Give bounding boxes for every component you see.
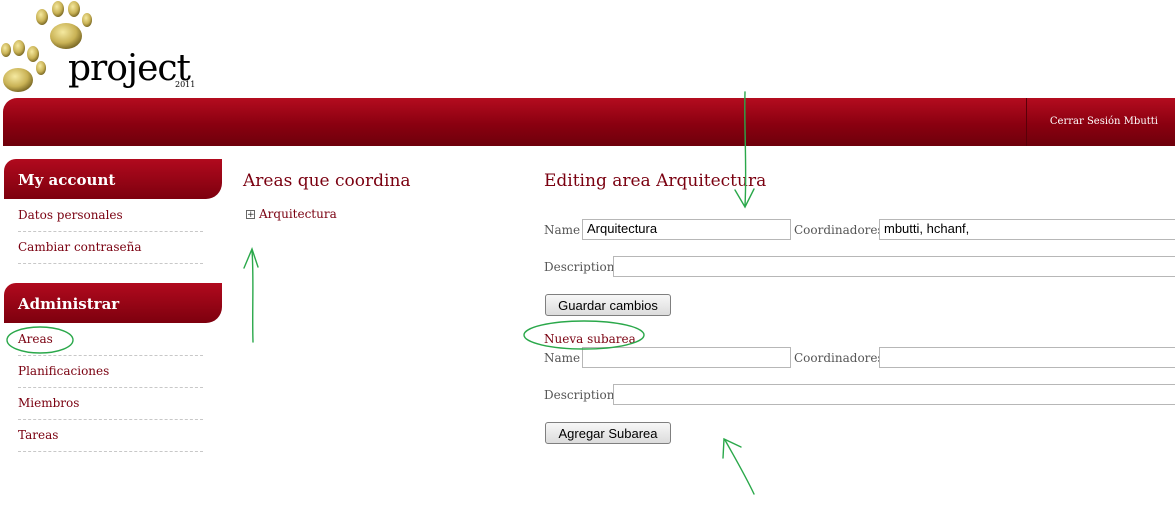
description-input[interactable]: [613, 256, 1175, 277]
annotation-arrow-diagonal: [724, 439, 755, 495]
subarea-name-input[interactable]: [582, 347, 791, 368]
add-subarea-button[interactable]: Agregar Subarea: [545, 422, 671, 444]
subarea-name-label: Name: [544, 351, 581, 365]
brand-year: 2011: [175, 80, 196, 89]
sidebar-item-planificaciones[interactable]: Planificaciones: [18, 356, 203, 388]
subarea-coordinadores-input[interactable]: [879, 347, 1175, 368]
sidebar-item-areas[interactable]: Areas: [18, 324, 203, 356]
annotation-arrow-up: [251, 249, 254, 343]
brand-name: project: [68, 48, 191, 89]
coordinadores-label: Coordinadores: [794, 223, 884, 237]
logo: project 2011: [0, 0, 200, 98]
sidebar-item-tareas[interactable]: Tareas: [18, 420, 203, 452]
logout-link[interactable]: Cerrar Sesión Mbutti: [1050, 116, 1158, 127]
top-navigation-bar: Cerrar Sesión Mbutti: [3, 98, 1175, 146]
save-changes-button[interactable]: Guardar cambios: [545, 294, 671, 316]
my-account-header: My account: [4, 159, 222, 199]
subarea-description-input[interactable]: [613, 384, 1175, 405]
coordinadores-input[interactable]: mbutti, hchanf,: [879, 219, 1175, 240]
topbar-divider: [1026, 98, 1027, 146]
administrar-header: Administrar: [4, 283, 222, 323]
name-label: Name: [544, 223, 581, 237]
name-input[interactable]: Arquitectura: [582, 219, 791, 240]
subarea-description-label: Description: [544, 388, 615, 402]
expand-icon[interactable]: +: [246, 209, 255, 219]
sidebar-item-datos-personales[interactable]: Datos personales: [18, 200, 203, 232]
sidebar-item-miembros[interactable]: Miembros: [18, 388, 203, 420]
description-label: Description: [544, 260, 615, 274]
area-tree-item[interactable]: + Arquitectura: [246, 207, 337, 221]
subarea-coordinadores-label: Coordinadores: [794, 351, 884, 365]
new-subarea-title: Nueva subarea: [544, 332, 636, 346]
area-tree-label[interactable]: Arquitectura: [259, 207, 337, 221]
areas-panel-title: Areas que coordina: [243, 171, 411, 191]
edit-area-title: Editing area Arquitectura: [544, 171, 767, 191]
sidebar-item-cambiar-contrasena[interactable]: Cambiar contraseña: [18, 232, 203, 264]
